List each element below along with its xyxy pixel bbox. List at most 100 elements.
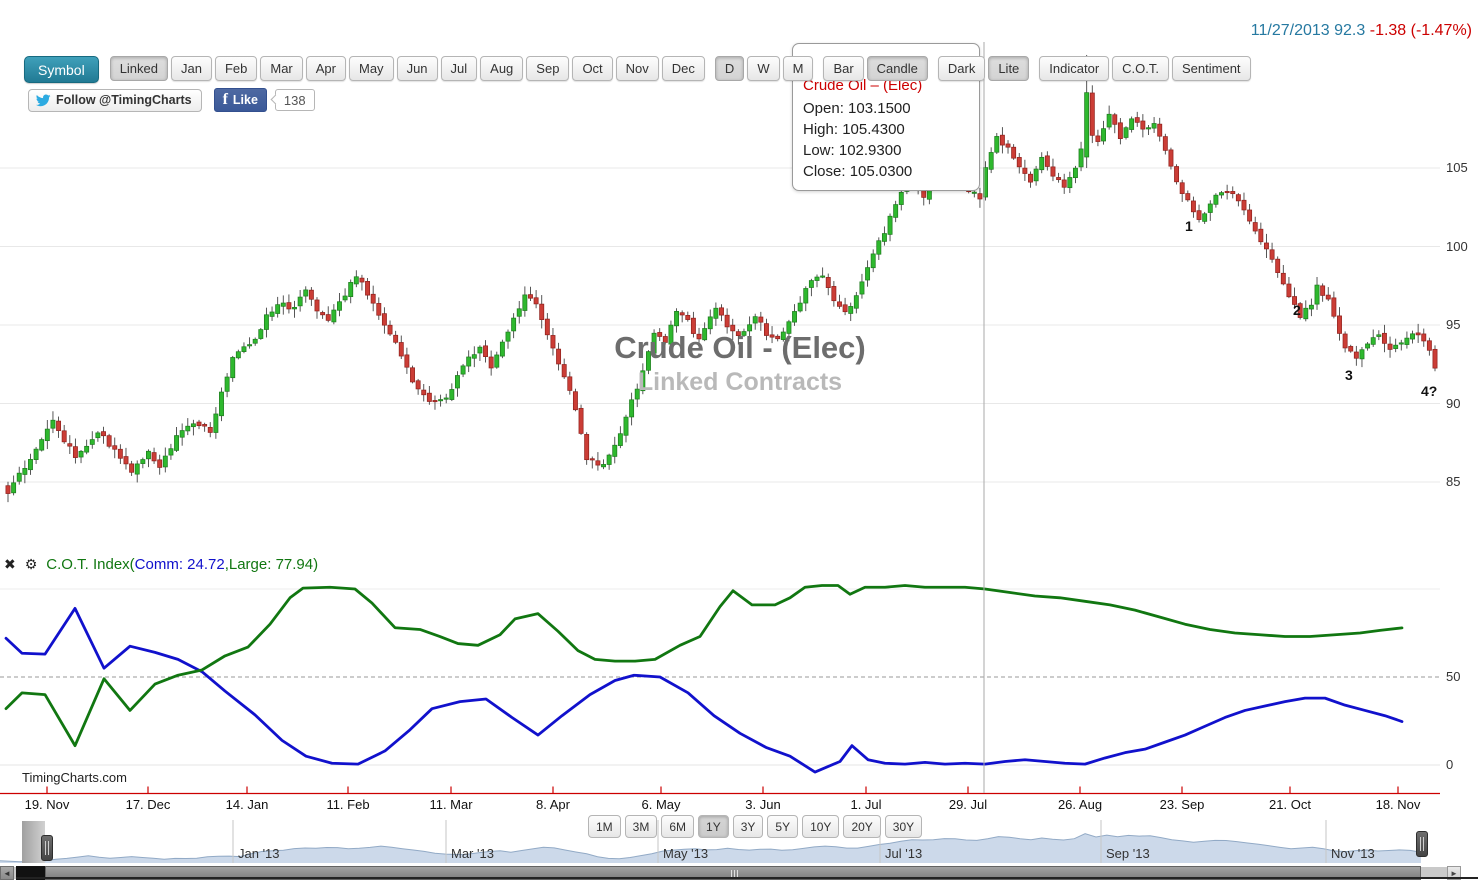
- range-button-1y[interactable]: 1Y: [698, 815, 729, 838]
- main-y-axis-label: 95: [1446, 317, 1460, 332]
- range-button-10y[interactable]: 10Y: [802, 815, 839, 838]
- close-icon[interactable]: ✖: [4, 556, 16, 573]
- toolbar-button-sentiment[interactable]: Sentiment: [1172, 56, 1251, 81]
- gridlines: [0, 168, 1440, 765]
- navigator-month-label: Jan '13: [238, 846, 280, 861]
- button-group-interval: DWM: [715, 56, 814, 81]
- toolbar-button-jul[interactable]: Jul: [441, 56, 478, 81]
- range-button-3m[interactable]: 3M: [625, 815, 658, 838]
- toolbar-groups: LinkedJanFebMarAprMayJunJulAugSepOctNovD…: [110, 56, 1261, 81]
- x-axis-date-label: 3. Jun: [745, 797, 780, 812]
- range-button-6m[interactable]: 6M: [661, 815, 694, 838]
- navigator-month-label: Nov '13: [1331, 846, 1375, 861]
- x-axis-date-label: 29. Jul: [949, 797, 987, 812]
- toolbar: Symbol LinkedJanFebMarAprMayJunJulAugSep…: [24, 56, 1261, 83]
- toolbar-button-w[interactable]: W: [747, 56, 779, 81]
- range-button-5y[interactable]: 5Y: [767, 815, 798, 838]
- navigator-month-label: Mar '13: [451, 846, 494, 861]
- facebook-like-button[interactable]: f Like: [214, 88, 267, 112]
- social-row: Follow @TimingCharts f Like 138: [28, 88, 315, 112]
- main-candle-chart: [6, 55, 1437, 502]
- brand-link[interactable]: TimingCharts.com: [22, 770, 127, 785]
- x-axis-date-label: 19. Nov: [25, 797, 70, 812]
- navigator-left-handle[interactable]: [41, 835, 53, 861]
- toolbar-button-nov[interactable]: Nov: [616, 56, 659, 81]
- x-axis-date-label: 8. Apr: [536, 797, 570, 812]
- navigator-month-label: May '13: [663, 846, 708, 861]
- tooltip-close-row: Close: 105.0300: [803, 161, 979, 182]
- toolbar-button-sep[interactable]: Sep: [526, 56, 569, 81]
- twitter-follow-button[interactable]: Follow @TimingCharts: [28, 89, 202, 112]
- main-y-axis-label: 100: [1446, 239, 1468, 254]
- cot-line-chart: [6, 585, 1402, 772]
- toolbar-button-bar[interactable]: Bar: [823, 56, 863, 81]
- like-count-badge: 138: [275, 89, 315, 111]
- x-axis: [0, 787, 1440, 794]
- range-button-3y[interactable]: 3Y: [733, 815, 764, 838]
- x-axis-date-label: 6. May: [641, 797, 680, 812]
- x-axis-date-label: 14. Jan: [226, 797, 269, 812]
- cot-y-axis-label: 50: [1446, 669, 1460, 684]
- tooltip-open-row: Open: 103.1500: [803, 98, 979, 119]
- navigator-month-label: Sep '13: [1106, 846, 1150, 861]
- tooltip-high-row: High: 105.4300: [803, 119, 979, 140]
- toolbar-button-cot[interactable]: C.O.T.: [1112, 56, 1169, 81]
- facebook-like-label: Like: [233, 93, 258, 107]
- chart-annotation: 3: [1345, 367, 1353, 383]
- toolbar-button-m[interactable]: M: [783, 56, 814, 81]
- quote-date-price: 11/27/2013 92.3: [1251, 22, 1365, 39]
- gear-icon[interactable]: ⚙: [25, 556, 38, 573]
- toolbar-button-dec[interactable]: Dec: [662, 56, 705, 81]
- toolbar-button-mar[interactable]: Mar: [260, 56, 302, 81]
- navigator-month-label: Jul '13: [885, 846, 922, 861]
- x-axis-date-label: 23. Sep: [1160, 797, 1205, 812]
- range-button-30y[interactable]: 30Y: [885, 815, 922, 838]
- toolbar-button-indicator[interactable]: Indicator: [1039, 56, 1109, 81]
- scrollbar-grip-icon: [731, 870, 738, 877]
- toolbar-button-lite[interactable]: Lite: [988, 56, 1029, 81]
- toolbar-button-jun[interactable]: Jun: [397, 56, 438, 81]
- cot-comm-value: Comm: 24.72: [135, 556, 225, 573]
- chart-canvas: [0, 0, 1478, 878]
- toolbar-button-may[interactable]: May: [349, 56, 394, 81]
- x-axis-date-label: 21. Oct: [1269, 797, 1311, 812]
- twitter-follow-label: Follow @TimingCharts: [56, 93, 192, 107]
- x-axis-date-label: 26. Aug: [1058, 797, 1102, 812]
- button-group-panels: IndicatorC.O.T.Sentiment: [1039, 56, 1250, 81]
- x-axis-date-label: 11. Mar: [429, 797, 472, 812]
- chart-annotation: 4?: [1421, 383, 1437, 399]
- toolbar-button-jan[interactable]: Jan: [171, 56, 212, 81]
- toolbar-button-candle[interactable]: Candle: [867, 56, 928, 81]
- range-selector: 1M3M6M1Y3Y5Y10Y20Y30Y: [588, 815, 922, 838]
- x-axis-date-label: 17. Dec: [126, 797, 171, 812]
- quote-change: -1.38 (-1.47%): [1370, 22, 1472, 39]
- facebook-icon: f: [223, 91, 228, 109]
- main-y-axis-label: 85: [1446, 474, 1460, 489]
- toolbar-button-d[interactable]: D: [715, 56, 744, 81]
- main-y-axis-label: 105: [1446, 160, 1468, 175]
- button-group-contracts: LinkedJanFebMarAprMayJunJulAugSepOctNovD…: [110, 56, 705, 81]
- x-axis-date-label: 18. Nov: [1376, 797, 1421, 812]
- range-button-20y[interactable]: 20Y: [843, 815, 880, 838]
- x-axis-date-label: 11. Feb: [326, 797, 369, 812]
- navigator-right-handle[interactable]: [1416, 831, 1428, 857]
- button-group-chart-style: BarCandle: [823, 56, 927, 81]
- toolbar-button-linked[interactable]: Linked: [110, 56, 168, 81]
- scrollbar-bottom-edge: [16, 877, 1478, 879]
- cot-y-axis-label: 0: [1446, 757, 1453, 772]
- price-header: 11/27/2013 92.3 -1.38 (-1.47%): [1251, 22, 1472, 40]
- chart-application: 11/27/2013 92.3 -1.38 (-1.47%) Symbol Li…: [0, 0, 1478, 878]
- chart-annotation: 1: [1185, 218, 1193, 234]
- toolbar-button-oct[interactable]: Oct: [572, 56, 612, 81]
- tooltip-low-row: Low: 102.9300: [803, 140, 979, 161]
- toolbar-button-aug[interactable]: Aug: [480, 56, 523, 81]
- symbol-button[interactable]: Symbol: [24, 56, 99, 83]
- cot-series-large: [6, 585, 1402, 745]
- toolbar-button-feb[interactable]: Feb: [215, 56, 257, 81]
- toolbar-button-dark[interactable]: Dark: [938, 56, 985, 81]
- chart-annotation: 2: [1293, 302, 1301, 318]
- cot-large-value: ,Large: 77.94): [225, 556, 318, 573]
- toolbar-button-apr[interactable]: Apr: [306, 56, 346, 81]
- cot-title-prefix: C.O.T. Index(: [46, 556, 134, 573]
- range-button-1m[interactable]: 1M: [588, 815, 621, 838]
